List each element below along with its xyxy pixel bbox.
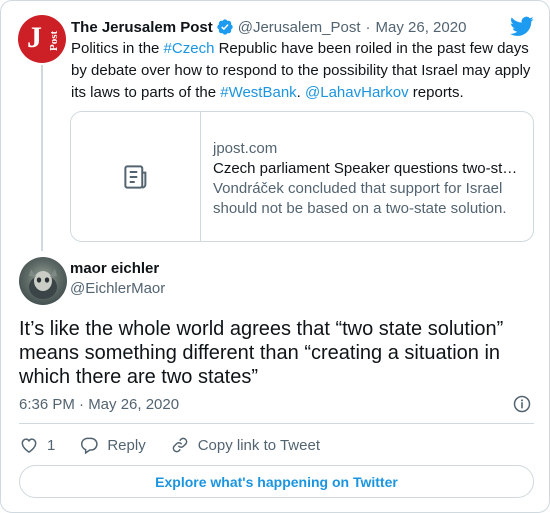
main-author-handle[interactable]: @EichlerMaor <box>70 280 165 297</box>
link-preview-title: Czech parliament Speaker questions two-s… <box>213 160 518 177</box>
maor-eichler-avatar[interactable] <box>19 257 67 305</box>
link-preview-domain: jpost.com <box>213 140 278 157</box>
copy-link-label: Copy link to Tweet <box>197 436 320 454</box>
thread-connector-line <box>41 65 43 251</box>
parent-handle[interactable]: @Jerusalem_Post <box>238 19 361 36</box>
tweet-text-segment: reports. <box>408 84 464 101</box>
action-bar-divider <box>19 423 534 424</box>
tweet-text-link[interactable]: #WestBank <box>220 84 296 101</box>
tweet-text-link[interactable]: #Czech <box>164 40 215 57</box>
avatar-photo <box>29 269 57 299</box>
reply-bubble-icon <box>81 437 99 455</box>
tweet-timestamp[interactable]: 6:36 PM · May 26, 2020 <box>19 396 179 413</box>
header-separator: · <box>365 18 371 36</box>
avatar-logo-word: Post <box>48 30 60 51</box>
link-preview-thumbnail <box>71 112 201 241</box>
info-icon[interactable] <box>512 394 532 414</box>
reply-button[interactable]: Reply <box>79 435 146 455</box>
heart-icon <box>21 438 37 453</box>
link-preview-description: Vondráček concluded that support for Isr… <box>213 180 507 217</box>
link-preview-card[interactable]: jpost.com Czech parliament Speaker quest… <box>70 111 534 242</box>
parent-date[interactable]: May 26, 2020 <box>376 19 467 36</box>
tweet-text-segment: Politics in the <box>71 40 164 57</box>
copy-link-button[interactable]: Copy link to Tweet <box>170 435 320 455</box>
like-count: 1 <box>47 436 56 454</box>
tweet-text-segment: . <box>296 84 306 101</box>
explore-twitter-button[interactable]: Explore what's happening on Twitter <box>19 465 534 498</box>
parent-tweet-header: The Jerusalem Post @Jerusalem_Post · May… <box>71 17 466 37</box>
reply-label: Reply <box>107 436 146 454</box>
avatar-logo-letter: J <box>27 21 42 54</box>
link-preview-body: jpost.com Czech parliament Speaker quest… <box>213 139 523 219</box>
main-tweet-text: It’s like the whole world agrees that “t… <box>19 318 504 388</box>
parent-tweet-text: Politics in the #Czech Republic have bee… <box>71 38 541 104</box>
tweet-text-link[interactable]: @LahavHarkov <box>305 84 409 101</box>
tweet-embed-card: J Post The Jerusalem Post @Jerusalem_Pos… <box>0 0 550 513</box>
document-icon <box>123 164 146 189</box>
like-button[interactable]: 1 <box>19 435 55 455</box>
main-author-name[interactable]: maor eichler <box>70 260 159 277</box>
tweet-action-bar: 1 Reply Copy link to Tweet <box>19 433 344 457</box>
jerusalem-post-avatar[interactable]: J Post <box>18 15 66 63</box>
verified-badge-icon <box>217 19 233 35</box>
link-icon <box>172 437 187 453</box>
parent-author-name[interactable]: The Jerusalem Post <box>71 19 213 36</box>
twitter-bird-icon[interactable] <box>510 14 534 38</box>
